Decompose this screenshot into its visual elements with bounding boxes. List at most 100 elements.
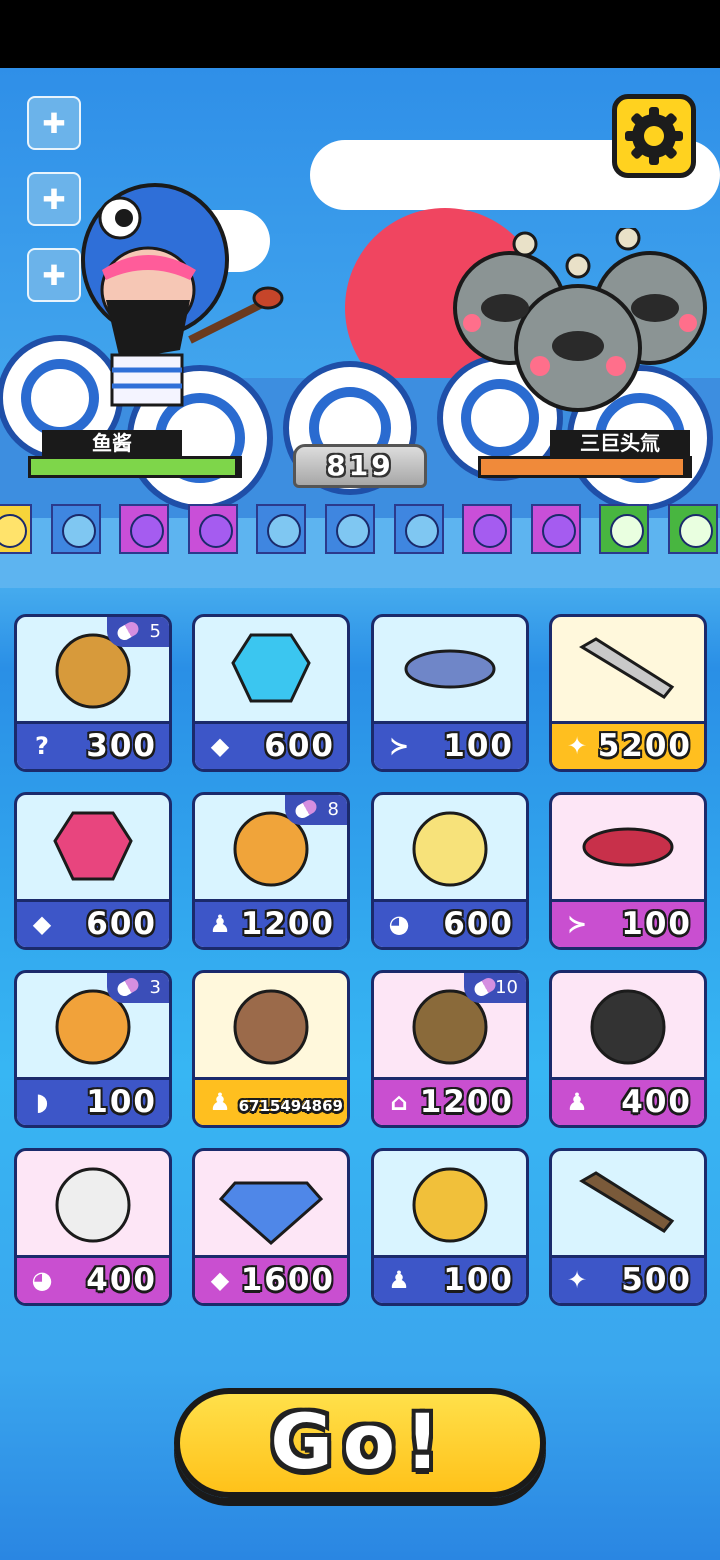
price-bar: ✦ 500 bbox=[552, 1255, 704, 1303]
shop-card-chicken[interactable]: ◕ 600 bbox=[371, 792, 529, 950]
plus-icon: ✚ bbox=[42, 182, 66, 216]
purple-ball-icon bbox=[473, 514, 508, 548]
person-icon: ♟ bbox=[209, 910, 231, 938]
shop-card-miner[interactable]: ♟ 100 bbox=[371, 1148, 529, 1306]
pickaxe-icon bbox=[552, 1151, 704, 1255]
price-value: 500 bbox=[621, 1262, 692, 1298]
pill-icon bbox=[292, 797, 320, 821]
pill-count-badge: 5 bbox=[107, 617, 169, 647]
price-value: 600 bbox=[443, 906, 514, 942]
cat-icon: ◕ bbox=[388, 910, 410, 938]
price-value: 600 bbox=[86, 906, 157, 942]
shop-card-big-diamond[interactable]: ◆ 1600 bbox=[192, 1148, 350, 1306]
add-button-2[interactable]: ✚ bbox=[27, 172, 81, 226]
fish-icon bbox=[374, 617, 526, 721]
enemy-hp-fill bbox=[481, 459, 683, 475]
big-diamond-icon bbox=[195, 1151, 347, 1255]
green-card-icon bbox=[610, 514, 645, 548]
price-value: 6715494869 bbox=[238, 1097, 343, 1115]
cat-icon: ◕ bbox=[31, 1266, 53, 1294]
plus-icon: ✚ bbox=[42, 258, 66, 292]
game-screen: ✚ ✚ ✚ 鱼酱 三巨头氚 819 5 ? 300 ◆ 600 ≻ 100 ✦ … bbox=[0, 68, 720, 1560]
queue-item-purple-ball bbox=[462, 504, 513, 554]
shop-card-sword[interactable]: ✦ 5200 bbox=[549, 614, 707, 772]
shop-card-blue-gem[interactable]: ◆ 600 bbox=[192, 614, 350, 772]
badge-count: 5 bbox=[149, 621, 161, 642]
price-bar: ♟ 6715494869 bbox=[195, 1077, 347, 1125]
girl-icon bbox=[195, 973, 347, 1077]
status-bar bbox=[0, 0, 720, 68]
price-bar: ◗ 100 bbox=[17, 1077, 169, 1125]
question-icon: ? bbox=[35, 732, 49, 760]
shop-card-pink-gem[interactable]: ◆ 600 bbox=[14, 792, 172, 950]
house-icon: ⌂ bbox=[390, 1088, 408, 1116]
person-icon: ♟ bbox=[388, 1266, 410, 1294]
shop-card-top-hat-man[interactable]: ♟ 400 bbox=[549, 970, 707, 1128]
price-value: 1200 bbox=[419, 1084, 514, 1120]
player-bar: 鱼酱 bbox=[28, 430, 248, 480]
gear-icon bbox=[625, 107, 683, 165]
purple-ball-icon bbox=[198, 514, 233, 548]
shop-card-treasure-chest[interactable]: 5? 300 bbox=[14, 614, 172, 772]
price-bar: ? 300 bbox=[17, 721, 169, 769]
battle-scene: ✚ ✚ ✚ 鱼酱 三巨头氚 819 bbox=[0, 68, 720, 588]
price-value: 1600 bbox=[240, 1262, 335, 1298]
shop-card-fish[interactable]: ≻ 100 bbox=[371, 614, 529, 772]
blue-gem-icon bbox=[195, 617, 347, 721]
settings-button[interactable] bbox=[612, 94, 696, 178]
pill-icon bbox=[114, 975, 142, 999]
blue-ball-icon bbox=[267, 514, 302, 548]
player-name: 鱼酱 bbox=[42, 430, 182, 456]
price-value: 100 bbox=[443, 728, 514, 764]
queue-item-purple-ball bbox=[119, 504, 170, 554]
badge-count: 10 bbox=[495, 977, 518, 998]
price-bar: ◆ 600 bbox=[195, 721, 347, 769]
add-button-3[interactable]: ✚ bbox=[27, 248, 81, 302]
sword-icon bbox=[552, 617, 704, 721]
koi-fish-icon bbox=[552, 795, 704, 899]
queue-item-coin bbox=[0, 504, 32, 554]
enemy-hp-track bbox=[478, 456, 692, 478]
shop-card-mine[interactable]: 10 ⌂ 1200 bbox=[371, 970, 529, 1128]
queue-item-green-card bbox=[668, 504, 718, 554]
player-hp-track bbox=[28, 456, 242, 478]
shop-card-cat[interactable]: ◕ 400 bbox=[14, 1148, 172, 1306]
pill-count-badge: 3 bbox=[107, 973, 169, 1003]
shop-card-girl[interactable]: ♟ 6715494869 bbox=[192, 970, 350, 1128]
sword-icon: ✦ bbox=[566, 1266, 588, 1294]
shop-card-pickaxe[interactable]: ✦ 500 bbox=[549, 1148, 707, 1306]
price-bar: ◕ 400 bbox=[17, 1255, 169, 1303]
price-bar: ♟ 400 bbox=[552, 1077, 704, 1125]
blue-ball-icon bbox=[404, 514, 439, 548]
shop-card-drumstick[interactable]: 3 ◗ 100 bbox=[14, 970, 172, 1128]
add-button-1[interactable]: ✚ bbox=[27, 96, 81, 150]
top-hat-man-icon bbox=[552, 973, 704, 1077]
person-icon: ♟ bbox=[566, 1088, 588, 1116]
bread-icon: ◗ bbox=[35, 1088, 49, 1116]
price-value: 300 bbox=[86, 728, 157, 764]
queue-item-purple-ball bbox=[530, 504, 581, 554]
price-bar: ◆ 1600 bbox=[195, 1255, 347, 1303]
diamond-icon: ◆ bbox=[32, 910, 52, 938]
sword-icon: ✦ bbox=[566, 732, 588, 760]
badge-count: 8 bbox=[327, 799, 339, 820]
queue-item-blue-ball bbox=[393, 504, 444, 554]
fish-icon: ≻ bbox=[566, 910, 588, 938]
queue-item-green-card bbox=[599, 504, 650, 554]
go-button[interactable]: Go! bbox=[174, 1388, 546, 1498]
price-bar: ◆ 600 bbox=[17, 899, 169, 947]
score-counter: 819 bbox=[293, 444, 427, 488]
queue-item-purple-ball bbox=[187, 504, 238, 554]
price-bar: ♟ 1200 bbox=[195, 899, 347, 947]
coin-icon bbox=[0, 514, 27, 548]
pill-count-badge: 8 bbox=[285, 795, 347, 825]
queue-item-blue-ball bbox=[325, 504, 375, 554]
enemy-name: 三巨头氚 bbox=[550, 430, 690, 456]
diamond-icon: ◆ bbox=[210, 732, 230, 760]
pink-gem-icon bbox=[17, 795, 169, 899]
shop-card-koi-fish[interactable]: ≻ 100 bbox=[549, 792, 707, 950]
price-value: 1200 bbox=[240, 906, 335, 942]
green-card-icon bbox=[679, 514, 713, 548]
shop-card-fox-kid[interactable]: 8 ♟ 1200 bbox=[192, 792, 350, 950]
price-value: 600 bbox=[264, 728, 335, 764]
